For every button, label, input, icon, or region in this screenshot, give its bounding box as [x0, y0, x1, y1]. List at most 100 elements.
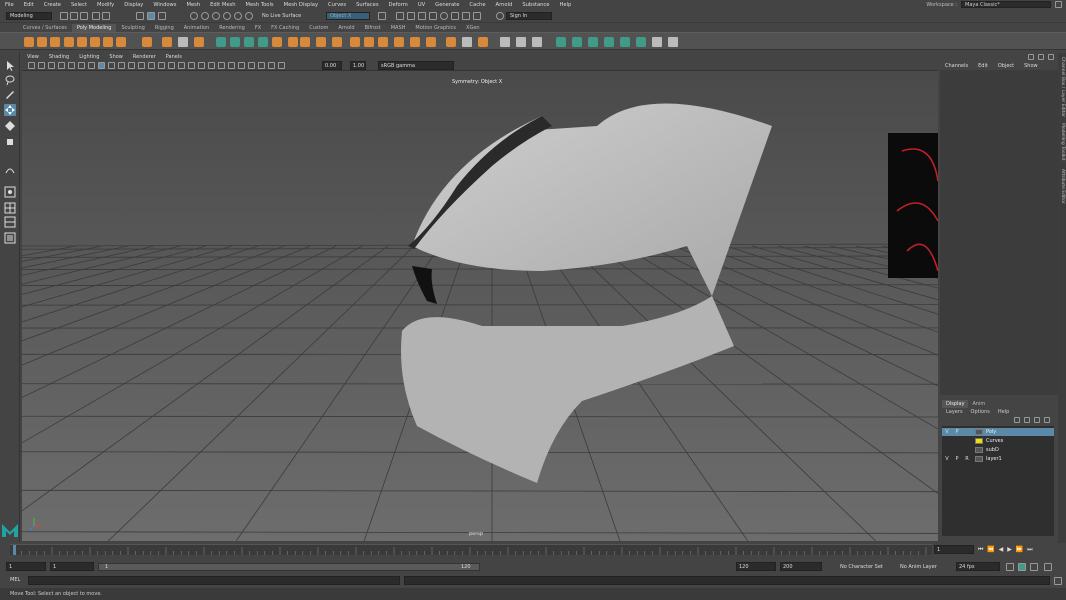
time-slider[interactable] [10, 544, 932, 555]
playback-buttons[interactable]: ⏮ ⏪ ◀ ▶ ⏩ ⏭ [978, 546, 1034, 554]
new-layer-selected-icon[interactable] [1044, 417, 1050, 423]
panel-menu-shading[interactable]: Shading [44, 53, 74, 61]
script-editor-icon[interactable] [1054, 577, 1062, 585]
panel-tool-icon-1[interactable] [28, 62, 35, 69]
menu-windows[interactable]: Windows [148, 2, 181, 8]
command-input[interactable] [28, 576, 400, 585]
undo-icon[interactable] [92, 12, 100, 20]
bevel-edge-icon[interactable] [572, 37, 582, 47]
panel-tool-icon-6[interactable] [78, 62, 85, 69]
gamma-field[interactable]: 1.00 [350, 61, 366, 70]
panel-tool-icon-12[interactable] [138, 62, 145, 69]
layer-row[interactable]: Curves [942, 437, 1054, 445]
poly-sphere-icon[interactable] [24, 37, 34, 47]
super-shape-icon[interactable] [142, 37, 152, 47]
snap-curve-icon[interactable] [201, 12, 209, 20]
menu-arnold[interactable]: Arnold [491, 2, 518, 8]
shelf-tab-rigging[interactable]: Rigging [150, 24, 179, 32]
menu-create[interactable]: Create [39, 2, 66, 8]
soften-edge-icon[interactable] [604, 37, 614, 47]
multi-cut-icon[interactable] [350, 37, 360, 47]
layer-row[interactable]: V P Poly [942, 428, 1054, 436]
tool-settings-toggle-icon[interactable] [1048, 54, 1054, 60]
end-time-field[interactable]: 200 [780, 562, 822, 571]
sweep-mesh-icon[interactable] [162, 37, 172, 47]
menu-set-dropdown[interactable]: Modeling [6, 12, 52, 20]
move-layer-up-icon[interactable] [1014, 417, 1020, 423]
panel-tool-icon-26[interactable] [278, 62, 285, 69]
layer-menu-help[interactable]: Help [994, 408, 1013, 416]
character-set-dropdown[interactable]: No Character Set [840, 564, 883, 570]
layer-tab-display[interactable]: Display [942, 400, 969, 408]
panel-tool-icon-18[interactable] [198, 62, 205, 69]
two-view-layout-icon[interactable] [4, 216, 16, 228]
boolean-icon[interactable] [426, 37, 436, 47]
panel-tool-icon-22[interactable] [238, 62, 245, 69]
extrude-icon[interactable] [300, 37, 310, 47]
panel-menu-panels[interactable]: Panels [161, 53, 187, 61]
target-weld-icon[interactable] [364, 37, 374, 47]
panel-menu-view[interactable]: View [22, 53, 44, 61]
append-icon[interactable] [316, 37, 326, 47]
panel-tool-icon-25[interactable] [268, 62, 275, 69]
poly-text-icon[interactable] [178, 37, 188, 47]
channel-menu-object[interactable]: Object [993, 62, 1019, 70]
harden-edge-icon[interactable] [620, 37, 630, 47]
panel-tool-icon-8[interactable] [98, 62, 105, 69]
multi-cut-tool-icon[interactable] [668, 37, 678, 47]
sign-in-dropdown[interactable]: Sign In [506, 12, 552, 20]
fill-hole-icon[interactable] [332, 37, 342, 47]
panel-tool-icon-2[interactable] [38, 62, 45, 69]
shelf-tab-animation[interactable]: Animation [179, 24, 215, 32]
connect-icon[interactable] [378, 37, 388, 47]
layer-menu-options[interactable]: Options [967, 408, 994, 416]
snap-live-icon[interactable] [234, 12, 242, 20]
four-view-layout-icon[interactable] [4, 202, 16, 214]
panel-tool-icon-24[interactable] [258, 62, 265, 69]
preferences-icon[interactable] [1044, 563, 1052, 571]
layer-color-swatch[interactable] [975, 429, 983, 435]
menu-modify[interactable]: Modify [92, 2, 119, 8]
shelf-tab-arnold[interactable]: Arnold [333, 24, 359, 32]
menu-select[interactable]: Select [66, 2, 92, 8]
shelf-tab-poly-modeling[interactable]: Poly Modeling [71, 24, 117, 32]
symmetry-dropdown[interactable]: Object X [326, 12, 370, 20]
shelf-tab-motion-graphics[interactable]: Motion Graphics [410, 24, 461, 32]
current-time-marker[interactable] [13, 545, 16, 555]
script-language-label[interactable]: MEL [10, 577, 20, 583]
render-view-icon[interactable] [396, 12, 404, 20]
menu-generate[interactable]: Generate [430, 2, 464, 8]
layer-row[interactable]: V P Rlayer1 [942, 455, 1054, 463]
workspace-dropdown[interactable]: Maya Classic* [961, 1, 1051, 8]
panel-menu-lighting[interactable]: Lighting [74, 53, 104, 61]
panel-menu-show[interactable]: Show [104, 53, 128, 61]
poly-plane-icon[interactable] [90, 37, 100, 47]
menu-uv[interactable]: UV [413, 2, 430, 8]
menu-display[interactable]: Display [119, 2, 148, 8]
colorspace-dropdown[interactable]: sRGB gamma [378, 61, 454, 70]
menu-deform[interactable]: Deform [384, 2, 413, 8]
fps-dropdown[interactable]: 24 fps [956, 562, 1000, 571]
move-tool-icon[interactable] [4, 104, 16, 116]
panel-tool-icon-14[interactable] [158, 62, 165, 69]
construction-history-icon[interactable] [378, 12, 386, 20]
layer-color-swatch[interactable] [975, 438, 983, 444]
channel-menu-show[interactable]: Show [1019, 62, 1043, 70]
panel-tool-icon-9[interactable] [108, 62, 115, 69]
reduce-icon[interactable] [636, 37, 646, 47]
panel-tool-icon-4[interactable] [58, 62, 65, 69]
bevel-icon[interactable] [272, 37, 282, 47]
panel-tool-icon-17[interactable] [188, 62, 195, 69]
scale-tool-icon[interactable] [4, 136, 16, 148]
center-pivot-icon[interactable] [446, 37, 456, 47]
layer-menu-layers[interactable]: Layers [942, 408, 967, 416]
svg-icon[interactable] [194, 37, 204, 47]
combine-icon[interactable] [216, 37, 226, 47]
snap-grid-icon[interactable] [190, 12, 198, 20]
menu-file[interactable]: File [0, 2, 19, 8]
attribute-editor-toggle-icon[interactable] [1038, 54, 1044, 60]
hypershade-icon[interactable] [440, 12, 448, 20]
loop-icon[interactable] [1006, 563, 1014, 571]
snap-point-icon[interactable] [212, 12, 220, 20]
panel-tool-icon-23[interactable] [248, 62, 255, 69]
